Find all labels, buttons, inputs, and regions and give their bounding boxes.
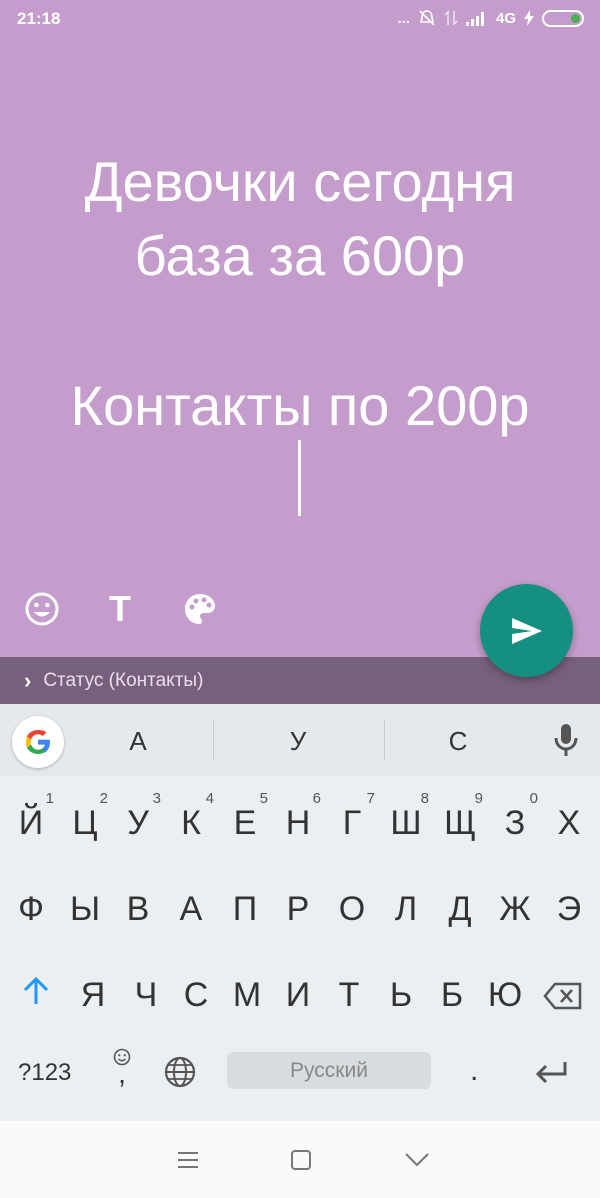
key-ь[interactable]: Ь [376, 976, 426, 1015]
key-м[interactable]: М [222, 976, 272, 1015]
system-status-bar: 21:18 ... 4G [0, 0, 600, 38]
menu-icon [178, 1152, 198, 1168]
backspace-icon [543, 982, 582, 1010]
status-line-1: Девочки сегодня [84, 150, 516, 213]
emoji-icon [25, 592, 59, 626]
key-т[interactable]: Т [324, 976, 374, 1015]
audience-label: Статус (Контакты) [43, 669, 204, 691]
key-о[interactable]: О [327, 890, 377, 929]
keyboard: А У С Й1 Ц2 У3 К4 Е5 Н6 Г7 Ш8 Щ9 З0 Х Ф … [0, 704, 600, 1121]
key-к[interactable]: К4 [166, 790, 216, 843]
google-button[interactable] [12, 716, 64, 768]
mic-icon [554, 724, 578, 756]
key-п[interactable]: П [220, 890, 270, 929]
back-button[interactable] [404, 1152, 430, 1173]
send-icon [511, 617, 542, 644]
key-й[interactable]: Й1 [6, 790, 56, 843]
emoji-button[interactable] [22, 589, 62, 629]
signal-icon [465, 12, 484, 26]
key-ю[interactable]: Ю [480, 976, 530, 1015]
chevron-down-icon [405, 1153, 429, 1167]
network-type: 4G [495, 9, 516, 27]
suggestion-3[interactable]: С [398, 726, 518, 757]
key-д[interactable]: Д [435, 890, 485, 929]
suggestion-bar: А У С [0, 704, 600, 776]
globe-icon [164, 1056, 196, 1088]
key-у[interactable]: У3 [113, 790, 163, 843]
comma-emoji-key[interactable]: , [110, 1048, 134, 1088]
key-ф[interactable]: Ф [6, 890, 56, 929]
key-з[interactable]: З0 [490, 790, 540, 843]
space-key[interactable]: Русский [227, 1052, 431, 1089]
shift-icon [23, 976, 49, 1004]
key-ч[interactable]: Ч [121, 976, 171, 1015]
key-е[interactable]: Е5 [220, 790, 270, 843]
enter-key[interactable] [534, 1059, 568, 1092]
key-щ[interactable]: Щ9 [435, 790, 485, 843]
key-ы[interactable]: Ы [60, 890, 110, 929]
key-р[interactable]: Р [273, 890, 323, 929]
key-я[interactable]: Я [68, 976, 118, 1015]
status-line-2: база за 600р [134, 224, 466, 287]
text-cursor [298, 440, 301, 516]
text-style-button[interactable]: T [100, 588, 140, 629]
suggestion-2[interactable]: У [238, 726, 358, 757]
menu-button[interactable] [177, 1151, 199, 1174]
chevron-right-icon: › [24, 667, 32, 693]
key-э[interactable]: Э [544, 890, 594, 929]
suggestion-divider [384, 720, 385, 760]
key-в[interactable]: В [113, 890, 163, 929]
charging-icon [524, 10, 534, 26]
palette-icon [185, 594, 215, 624]
home-button[interactable] [290, 1149, 312, 1176]
system-nav-bar [0, 1121, 600, 1198]
enter-icon [535, 1062, 567, 1084]
key-с[interactable]: С [171, 976, 221, 1015]
language-key[interactable] [164, 1056, 196, 1095]
clock: 21:18 [17, 9, 61, 28]
key-г[interactable]: Г7 [327, 790, 377, 843]
send-button[interactable] [480, 584, 573, 677]
shift-key[interactable] [11, 976, 61, 1015]
status-editor[interactable]: 21:18 ... 4G Девочки сегодня база за 600… [0, 0, 600, 657]
status-text[interactable]: Девочки сегодня база за 600р Контакты по… [0, 145, 600, 443]
more-dots-icon: ... [397, 9, 410, 27]
key-и[interactable]: И [273, 976, 323, 1015]
key-л[interactable]: Л [381, 890, 431, 929]
battery-icon [542, 9, 584, 27]
status-icons: ... 4G [397, 9, 584, 27]
key-б[interactable]: Б [427, 976, 477, 1015]
suggestion-divider [213, 720, 214, 760]
key-ш[interactable]: Ш8 [381, 790, 431, 843]
color-button[interactable] [180, 589, 220, 629]
key-ж[interactable]: Ж [490, 890, 540, 929]
period-key[interactable]: . [470, 1054, 478, 1088]
backspace-key[interactable] [538, 980, 588, 1019]
suggestion-1[interactable]: А [78, 726, 198, 757]
mute-bell-icon [419, 10, 435, 26]
home-square-icon [291, 1150, 311, 1170]
key-а[interactable]: А [166, 890, 216, 929]
key-ц[interactable]: Ц2 [60, 790, 110, 843]
key-х[interactable]: Х [544, 804, 594, 843]
symbols-key[interactable]: ?123 [18, 1059, 71, 1087]
status-line-3: Контакты по 200р [70, 374, 530, 437]
voice-input-button[interactable] [552, 722, 580, 763]
data-transfer-icon [444, 10, 458, 26]
google-icon [26, 730, 50, 754]
key-н[interactable]: Н6 [273, 790, 323, 843]
